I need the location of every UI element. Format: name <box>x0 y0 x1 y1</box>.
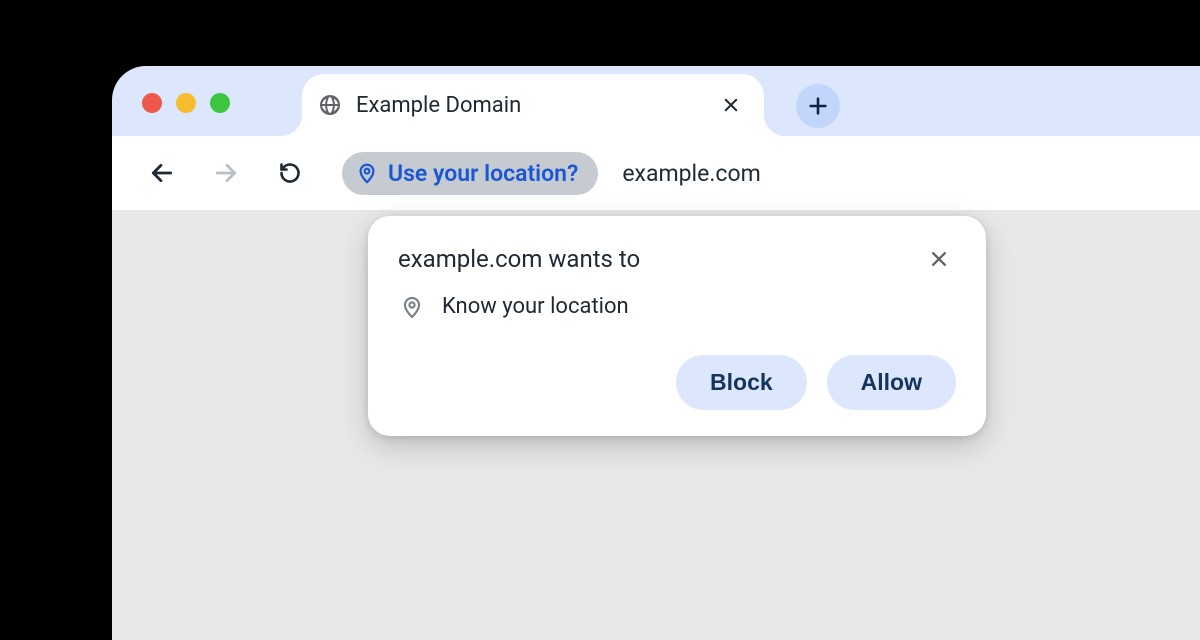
permission-chip[interactable]: Use your location? <box>342 152 598 195</box>
window-maximize-button[interactable] <box>210 93 230 113</box>
browser-toolbar: Use your location? example.com <box>112 136 1200 210</box>
address-bar[interactable]: Use your location? example.com <box>342 152 761 195</box>
address-text: example.com <box>622 160 760 187</box>
browser-tab[interactable]: Example Domain <box>302 74 764 136</box>
tab-title: Example Domain <box>356 93 716 118</box>
nav-back-button[interactable] <box>140 151 184 195</box>
window-traffic-lights <box>142 93 230 113</box>
block-button[interactable]: Block <box>676 355 807 410</box>
permission-item-label: Know your location <box>442 294 629 319</box>
allow-button[interactable]: Allow <box>827 355 956 410</box>
location-pin-icon <box>400 295 424 319</box>
globe-icon <box>318 93 342 117</box>
nav-reload-button[interactable] <box>268 151 312 195</box>
location-pin-icon <box>356 162 378 184</box>
new-tab-button[interactable] <box>796 84 840 128</box>
nav-forward-button[interactable] <box>204 151 248 195</box>
permission-chip-label: Use your location? <box>388 160 578 187</box>
tab-close-button[interactable] <box>716 90 746 120</box>
permission-popup: example.com wants to Know your location … <box>368 216 986 436</box>
permission-popup-title: example.com wants to <box>398 245 640 273</box>
window-close-button[interactable] <box>142 93 162 113</box>
permission-item-row: Know your location <box>398 294 956 319</box>
window-minimize-button[interactable] <box>176 93 196 113</box>
permission-popup-close-button[interactable] <box>922 242 956 276</box>
browser-window: Example Domain Us <box>112 66 1200 640</box>
